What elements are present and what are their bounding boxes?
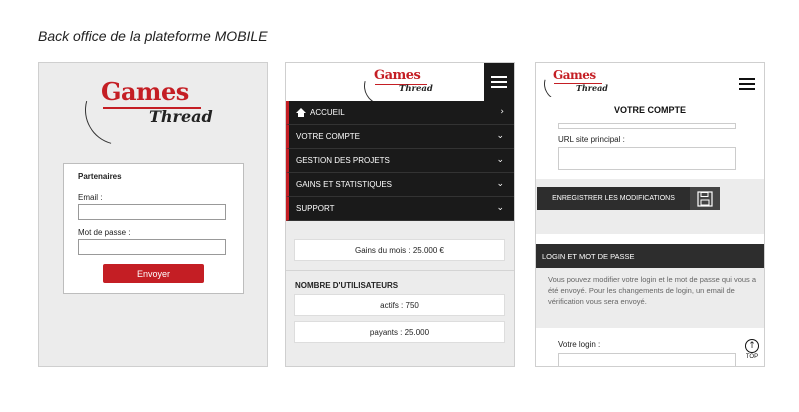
menu-screen: Games Thread ACCUEIL › VOTRE COMPTE ⌄ GE… (285, 62, 515, 367)
spacer-card (536, 234, 764, 244)
users-section-title: NOMBRE D'UTILISATEURS (295, 281, 399, 290)
form-title: Partenaires (78, 172, 122, 181)
actifs-count: actifs : 750 (294, 294, 505, 316)
login-screen: Games Thread Partenaires Email : Mot de … (38, 62, 268, 367)
games-thread-logo: Games Thread (72, 63, 213, 158)
games-thread-logo: Games Thread (537, 63, 608, 108)
login-section-header: LOGIN ET MOT DE PASSE (536, 244, 764, 268)
chevron-down-icon: ⌄ (496, 131, 504, 141)
menu-item-votre-compte[interactable]: VOTRE COMPTE ⌄ (286, 125, 514, 149)
app-header: Games Thread (286, 63, 514, 112)
menu-item-support[interactable]: SUPPORT ⌄ (286, 197, 514, 221)
page-caption: Back office de la plateforme MOBILE (38, 28, 268, 44)
menu-item-gains-statistiques[interactable]: GAINS ET STATISTIQUES ⌄ (286, 173, 514, 197)
save-icon-button[interactable] (690, 187, 720, 210)
chevron-down-icon: ⌄ (496, 203, 504, 213)
games-thread-logo: Games Thread (357, 63, 433, 112)
gains-du-mois: Gains du mois : 25.000 € (294, 239, 505, 261)
url-card: URL site principal : (536, 123, 764, 179)
url-field[interactable] (558, 147, 736, 170)
chevron-right-icon: › (500, 107, 504, 117)
menu-item-accueil[interactable]: ACCUEIL › (286, 101, 514, 125)
main-menu: ACCUEIL › VOTRE COMPTE ⌄ GESTION DES PRO… (286, 101, 514, 221)
login-card: Votre login : (536, 328, 764, 366)
url-label: URL site principal : (558, 135, 625, 144)
password-field[interactable] (78, 239, 226, 255)
chevron-down-icon: ⌄ (496, 179, 504, 189)
back-to-top-button[interactable]: ↑ TOP (741, 339, 763, 366)
arrow-up-icon: ↑ (745, 339, 759, 353)
hamburger-icon (739, 78, 755, 80)
floppy-icon (697, 190, 713, 207)
app-header: Games Thread (536, 63, 764, 108)
save-button[interactable]: ENREGISTRER LES MODIFICATIONS (537, 187, 690, 210)
page-title: VOTRE COMPTE (613, 105, 686, 115)
previous-field[interactable] (558, 123, 736, 129)
password-label: Mot de passe : (78, 228, 131, 237)
account-screen: Games Thread VOTRE COMPTE URL site princ… (535, 62, 765, 367)
account-title-bar: VOTRE COMPTE (536, 97, 764, 125)
menu-toggle-button[interactable] (484, 63, 514, 101)
login-field[interactable] (558, 353, 736, 366)
divider (286, 270, 514, 271)
login-form: Partenaires Email : Mot de passe : Envoy… (63, 163, 244, 294)
login-info-text: Vous pouvez modifier votre login et le m… (548, 275, 757, 306)
chevron-down-icon: ⌄ (496, 155, 504, 165)
home-icon (296, 108, 306, 117)
email-label: Email : (78, 193, 103, 202)
email-field[interactable] (78, 204, 226, 220)
hamburger-icon (491, 76, 507, 78)
payants-count: payants : 25.000 (294, 321, 505, 343)
menu-item-gestion-projets[interactable]: GESTION DES PROJETS ⌄ (286, 149, 514, 173)
submit-button[interactable]: Envoyer (103, 264, 204, 283)
login-label: Votre login : (558, 340, 601, 349)
